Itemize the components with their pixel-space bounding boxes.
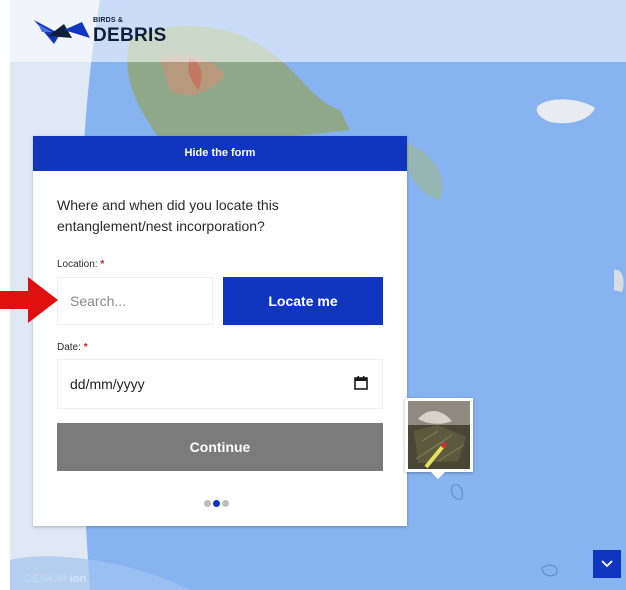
expand-panel-button[interactable] — [593, 550, 621, 578]
date-label-text: Date: — [57, 342, 81, 353]
marker-pointer — [431, 472, 445, 479]
step-dot — [213, 500, 220, 507]
calendar-icon[interactable] — [354, 376, 368, 390]
brand-small-text: BIRDS & — [93, 17, 124, 24]
chevron-down-icon — [601, 560, 613, 568]
top-header: BIRDS & DEBRIS — [0, 0, 626, 62]
cesium-attribution[interactable]: CESIUM ion — [24, 573, 86, 587]
location-label: Location: * — [57, 259, 104, 270]
photo-map-marker[interactable] — [405, 398, 473, 479]
location-form-card: Hide the form Where and when did you loc… — [33, 136, 407, 526]
bird-logo-icon — [34, 20, 90, 44]
location-search-input[interactable] — [57, 277, 213, 325]
required-asterisk: * — [100, 259, 105, 270]
required-asterisk: * — [83, 342, 88, 353]
cesium-ion-text: ion — [69, 573, 87, 585]
step-indicator — [204, 494, 231, 507]
cesium-attribution-text: CESIUM — [24, 573, 67, 585]
arrow-right-icon — [0, 277, 58, 323]
step-dot — [204, 500, 211, 507]
date-placeholder: dd/mm/yyyy — [70, 376, 145, 392]
location-label-text: Location: — [57, 259, 98, 270]
locate-me-button[interactable]: Locate me — [223, 277, 383, 325]
hide-form-button[interactable]: Hide the form — [33, 136, 407, 171]
nest-photo — [408, 401, 470, 469]
brand-logo[interactable]: BIRDS & DEBRIS — [34, 14, 174, 54]
date-label: Date: * — [57, 342, 88, 353]
continue-button[interactable]: Continue — [57, 423, 383, 471]
brand-big-text: DEBRIS — [93, 25, 167, 46]
date-input[interactable]: dd/mm/yyyy — [57, 359, 383, 409]
step-dot — [222, 500, 229, 507]
form-question: Where and when did you locate this entan… — [57, 197, 279, 234]
